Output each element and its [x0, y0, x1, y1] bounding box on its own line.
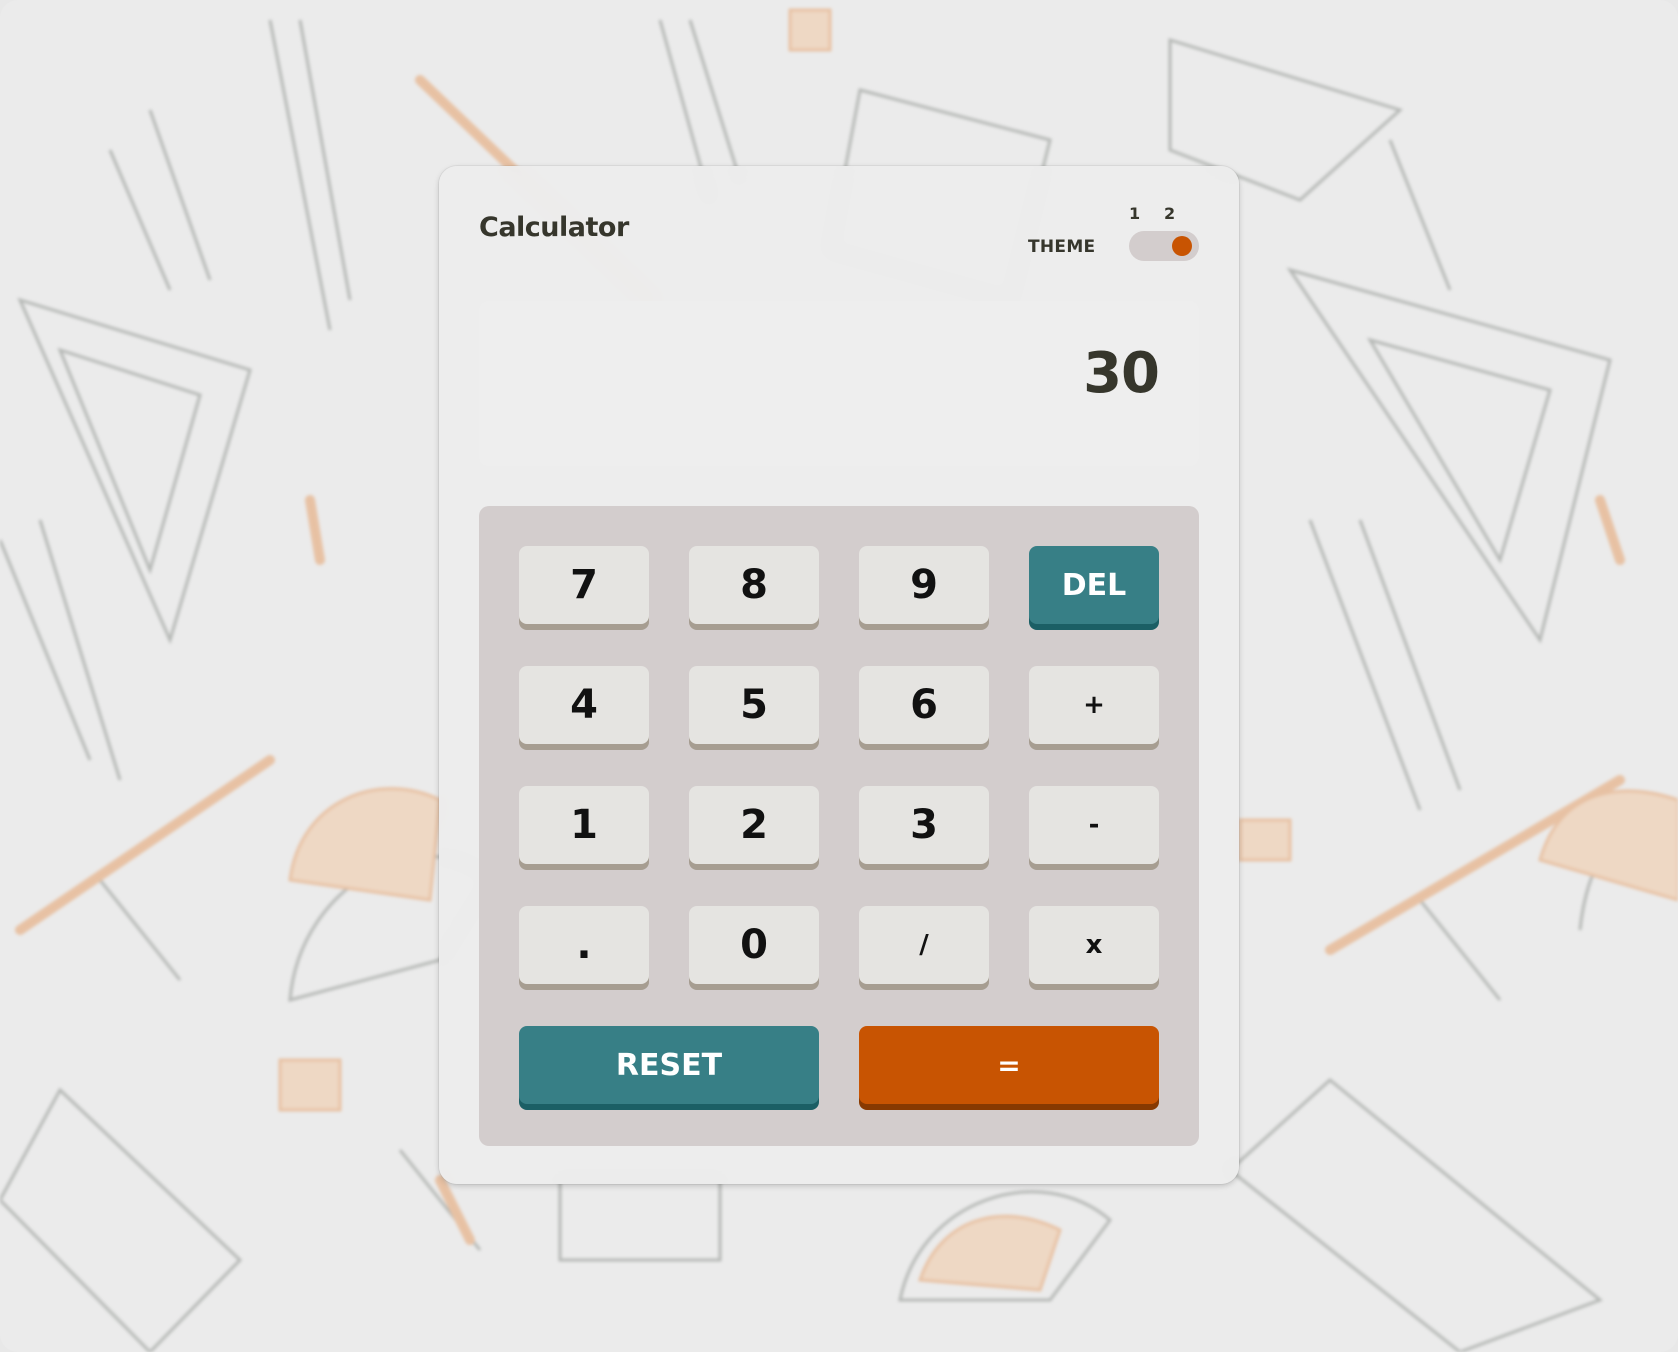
display-value: 30: [1083, 341, 1160, 406]
key-4[interactable]: 4: [519, 666, 649, 744]
key-divide[interactable]: /: [859, 906, 989, 984]
key-decimal[interactable]: .: [519, 906, 649, 984]
key-plus[interactable]: +: [1029, 666, 1159, 744]
key-8[interactable]: 8: [689, 546, 819, 624]
reset-button[interactable]: RESET: [519, 1026, 819, 1104]
theme-options: 1 2: [1129, 204, 1189, 224]
page-frame: Calculator 1 2 THEME 30 7 8 9 DEL 4 5 6 …: [0, 0, 1678, 1352]
key-minus[interactable]: -: [1029, 786, 1159, 864]
key-5[interactable]: 5: [689, 666, 819, 744]
calculator-card: Calculator 1 2 THEME 30 7 8 9 DEL 4 5 6 …: [439, 166, 1239, 1184]
delete-button[interactable]: DEL: [1029, 546, 1159, 624]
key-0[interactable]: 0: [689, 906, 819, 984]
key-7[interactable]: 7: [519, 546, 649, 624]
key-6[interactable]: 6: [859, 666, 989, 744]
key-multiply[interactable]: x: [1029, 906, 1159, 984]
theme-toggle[interactable]: [1129, 231, 1199, 261]
key-3[interactable]: 3: [859, 786, 989, 864]
key-9[interactable]: 9: [859, 546, 989, 624]
theme-option-1[interactable]: 1: [1129, 204, 1140, 223]
key-2[interactable]: 2: [689, 786, 819, 864]
display-screen: 30: [479, 301, 1199, 466]
theme-toggle-knob[interactable]: [1172, 236, 1192, 256]
app-title: Calculator: [479, 212, 629, 243]
equals-button[interactable]: =: [859, 1026, 1159, 1104]
theme-option-2[interactable]: 2: [1164, 204, 1175, 223]
keypad: 7 8 9 DEL 4 5 6 + 1 2 3 - . 0 / x RESET …: [479, 506, 1199, 1146]
theme-label: THEME: [1028, 237, 1096, 257]
key-1[interactable]: 1: [519, 786, 649, 864]
